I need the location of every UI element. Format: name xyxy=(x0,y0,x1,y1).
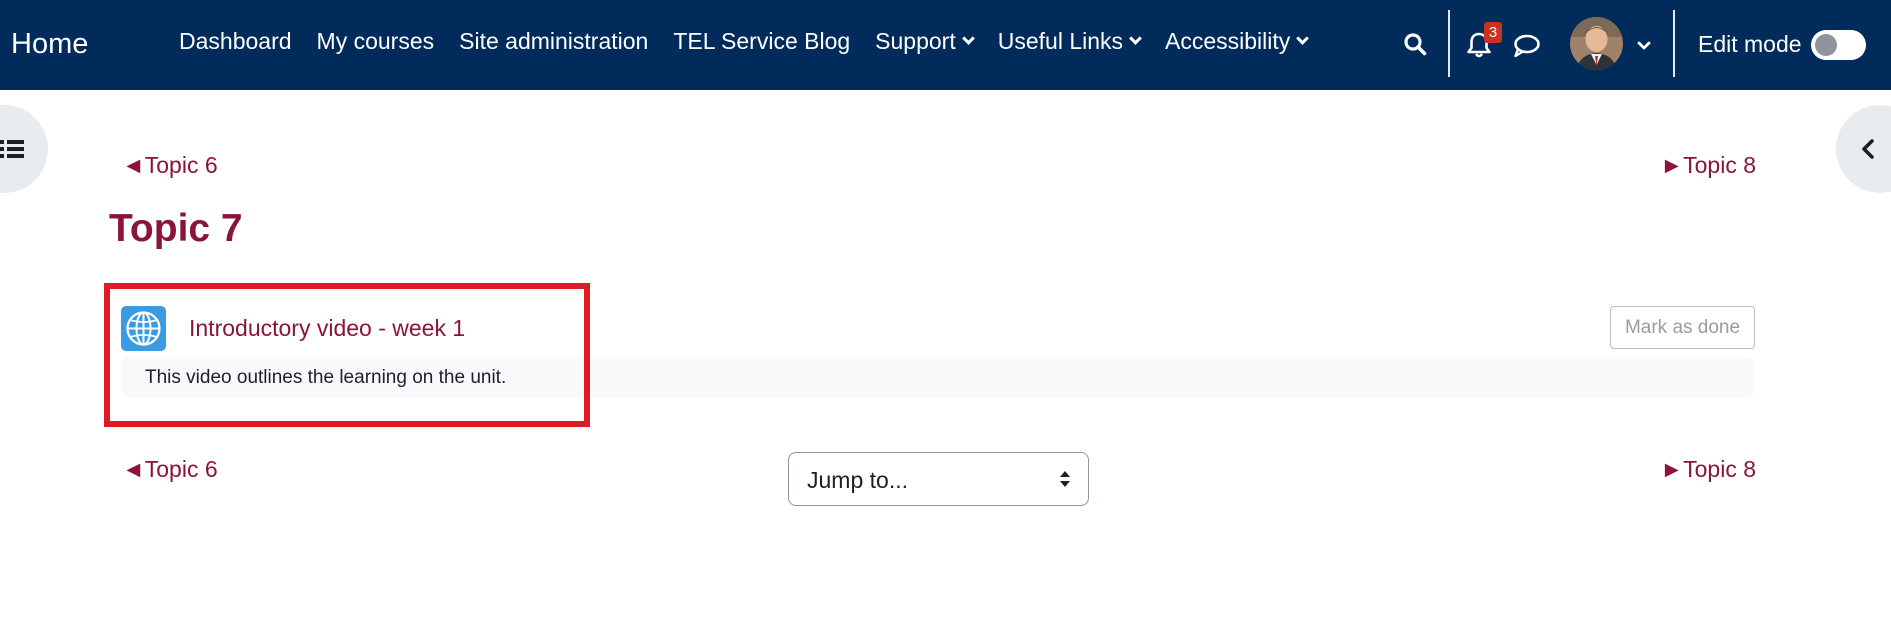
search-icon[interactable] xyxy=(1403,32,1427,56)
notification-count-badge: 3 xyxy=(1484,22,1502,43)
block-drawer-toggle[interactable] xyxy=(1836,105,1891,193)
select-arrows-icon xyxy=(1059,469,1071,494)
edit-mode-label: Edit mode xyxy=(1698,31,1802,57)
user-menu-chevron-down-icon[interactable] xyxy=(1637,38,1651,56)
navbar-divider xyxy=(1448,10,1450,77)
nav-tel-service-blog-label: TEL Service Blog xyxy=(673,28,851,54)
nav-dashboard-label: Dashboard xyxy=(179,28,292,54)
chat-icon[interactable] xyxy=(1513,33,1541,59)
nav-site-administration[interactable]: Site administration xyxy=(459,28,648,55)
next-section-link-bottom[interactable]: ►Topic 8 xyxy=(1660,456,1756,483)
nav-tel-service-blog[interactable]: TEL Service Blog xyxy=(673,28,850,55)
list-icon xyxy=(0,138,25,165)
toggle-knob xyxy=(1815,34,1837,56)
nav-useful-links-dropdown[interactable]: Useful Links xyxy=(997,28,1142,55)
nav-dashboard[interactable]: Dashboard xyxy=(179,28,292,55)
nav-my-courses-label: My courses xyxy=(316,28,435,54)
page-title: Topic 7 xyxy=(109,207,243,250)
navbar-divider xyxy=(1673,10,1675,77)
highlight-box xyxy=(104,283,590,427)
chevron-left-icon xyxy=(1860,138,1876,165)
top-navbar: Home Dashboard My courses Site administr… xyxy=(0,0,1891,90)
home-link[interactable]: Home xyxy=(11,28,88,61)
nav-site-administration-label: Site administration xyxy=(459,28,649,54)
nav-support-dropdown[interactable]: Support xyxy=(875,28,975,55)
nav-accessibility-label: Accessibility xyxy=(1165,28,1291,54)
chevron-down-icon xyxy=(1296,32,1310,45)
edit-mode-toggle[interactable] xyxy=(1811,30,1866,60)
prev-section-link[interactable]: ◄Topic 6 xyxy=(122,152,218,179)
mark-as-done-button[interactable]: Mark as done xyxy=(1610,306,1755,349)
primary-navigation: Dashboard My courses Site administration… xyxy=(179,28,1310,55)
nav-useful-links-label: Useful Links xyxy=(997,28,1124,54)
chevron-down-icon xyxy=(961,32,975,45)
nav-accessibility-dropdown[interactable]: Accessibility xyxy=(1165,28,1310,55)
chevron-down-icon xyxy=(1129,32,1142,45)
jump-to-select[interactable]: Jump to... xyxy=(788,452,1089,506)
nav-support-label: Support xyxy=(875,28,956,54)
jump-to-selected-value: Jump to... xyxy=(807,467,908,493)
prev-section-link-bottom[interactable]: ◄Topic 6 xyxy=(122,456,218,483)
nav-my-courses[interactable]: My courses xyxy=(317,28,435,55)
user-avatar[interactable] xyxy=(1570,17,1623,70)
next-section-link[interactable]: ►Topic 8 xyxy=(1660,152,1756,179)
course-index-drawer-toggle[interactable] xyxy=(0,105,48,193)
